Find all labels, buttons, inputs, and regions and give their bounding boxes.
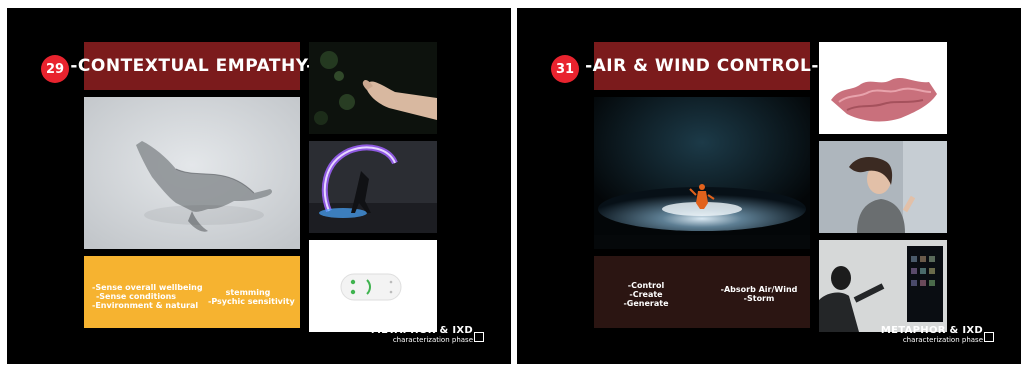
- info-item: stemming: [225, 288, 271, 297]
- footer-subtitle: characterization phase: [902, 336, 983, 344]
- info-item: -Environment & natural: [92, 301, 199, 310]
- info-item: -Absorb Air/Wind: [720, 285, 798, 294]
- info-item: -Storm: [743, 294, 775, 303]
- footer-branding: METAPHOR & IXD characterization phase: [371, 325, 473, 344]
- info-item: -Sense conditions: [95, 292, 177, 301]
- wireframe-cat-image: [84, 97, 300, 249]
- footer-title: METAPHOR & IXD: [370, 325, 473, 336]
- info-item: -Sense overall wellbeing: [92, 283, 203, 292]
- logo-icon: [474, 332, 484, 342]
- info-right-list: stemming -Psychic sensitivity: [208, 288, 295, 306]
- info-item: -Generate: [623, 299, 669, 308]
- footer-branding: METAPHOR & IXD characterization phase: [881, 325, 983, 344]
- slide-air-wind-control: 31 -AIR & WIND CONTROL- -Control -Create…: [517, 8, 1021, 364]
- info-right-list: -Absorb Air/Wind -Storm: [716, 285, 802, 303]
- info-item: -Psychic sensitivity: [208, 297, 295, 306]
- info-item: -Create: [629, 290, 663, 299]
- info-box: -Sense overall wellbeing -Sense conditio…: [84, 256, 300, 328]
- info-item: -Control: [627, 281, 665, 290]
- footer-title: METAPHOR & IXD: [880, 325, 983, 336]
- light-painting-image: [309, 141, 437, 233]
- slide-number-badge: 29: [41, 55, 69, 83]
- terrain-render-image: [819, 42, 947, 134]
- logo-icon: [984, 332, 994, 342]
- info-left-list: -Control -Create -Generate: [610, 281, 682, 308]
- slide-title: -CONTEXTUAL EMPATHY-: [70, 42, 313, 90]
- info-box: -Control -Create -Generate -Absorb Air/W…: [594, 256, 810, 328]
- info-left-list: -Sense overall wellbeing -Sense conditio…: [92, 283, 203, 310]
- device-image: [309, 240, 437, 332]
- stage-performance-image: [594, 97, 810, 249]
- slide-contextual-empathy: 29 -CONTEXTUAL EMPATHY- -Sense overall w…: [7, 8, 511, 364]
- collection-display-image: [819, 240, 947, 332]
- slide-number-badge: 31: [551, 55, 579, 83]
- slide-title: -AIR & WIND CONTROL-: [585, 42, 818, 90]
- woman-portrait-image: [819, 141, 947, 233]
- hand-gesture-image: [309, 42, 437, 134]
- footer-subtitle: characterization phase: [392, 336, 473, 344]
